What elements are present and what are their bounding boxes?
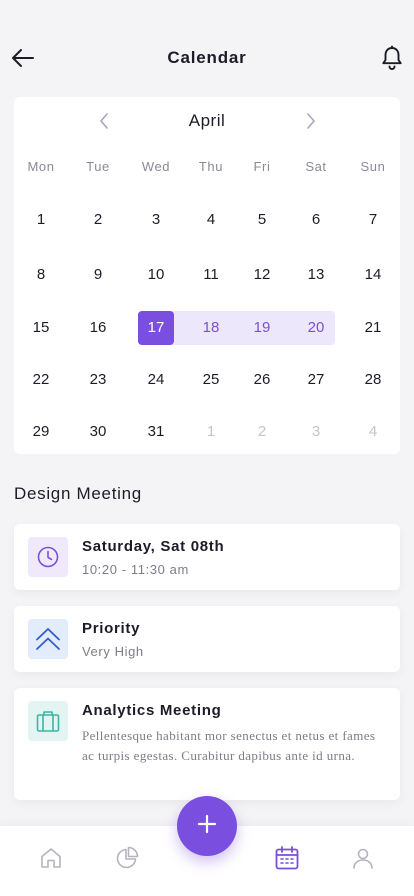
weekday-header-row: Mon Tue Wed Thu Fri Sat Sun [14,150,400,184]
day-cell-in-range[interactable]: 20 [298,311,334,345]
event-date-card[interactable]: Saturday, Sat 08th 10:20 - 11:30 am [14,524,400,590]
user-icon [351,846,375,875]
event-time-range: 10:20 - 11:30 am [82,562,189,577]
tab-statistics[interactable] [113,846,141,874]
pie-chart-icon [115,846,139,875]
day-cell-next-month[interactable]: 2 [244,415,280,449]
double-chevron-up-icon [28,619,68,659]
day-cell[interactable]: 22 [23,363,59,397]
day-cell[interactable]: 7 [355,203,391,237]
tab-calendar[interactable] [273,845,301,876]
day-cell[interactable]: 3 [138,203,174,237]
clock-icon [28,537,68,577]
page-title: Calendar [167,48,247,67]
briefcase-icon [28,701,68,741]
weekday-label: Fri [253,159,271,174]
priority-title: Priority [82,620,141,637]
week-row: 22 23 24 25 26 27 28 [14,363,400,397]
tab-profile[interactable] [349,846,377,874]
weekday-label: Tue [86,159,110,174]
day-cell[interactable]: 24 [138,363,174,397]
day-cell[interactable]: 13 [298,258,334,292]
day-cell[interactable]: 21 [355,311,391,345]
day-cell[interactable]: 9 [80,258,116,292]
day-cell-next-month[interactable]: 1 [193,415,229,449]
day-cell[interactable]: 10 [138,258,174,292]
day-cell[interactable]: 11 [193,258,229,292]
week-row: 15 16 17 18 19 20 21 [14,311,400,345]
week-row: 29 30 31 1 2 3 4 [14,415,400,449]
day-cell[interactable]: 4 [193,203,229,237]
day-cell-in-range[interactable]: 19 [244,311,280,345]
week-row: 8 9 10 11 12 13 14 [14,258,400,292]
day-cell[interactable]: 6 [298,203,334,237]
day-cell[interactable]: 12 [244,258,280,292]
day-cell[interactable]: 16 [80,311,116,345]
day-cell[interactable]: 1 [23,203,59,237]
app-header: Calendar [0,0,414,96]
day-cell-in-range[interactable]: 18 [193,311,229,345]
weekday-label: Sat [305,159,327,174]
day-cell[interactable]: 2 [80,203,116,237]
day-cell-next-month[interactable]: 3 [298,415,334,449]
calendar-icon [274,845,300,876]
week-row: 1 2 3 4 5 6 7 [14,203,400,237]
day-cell[interactable]: 23 [80,363,116,397]
month-label: April [188,111,226,130]
day-cell[interactable]: 14 [355,258,391,292]
tab-home[interactable] [37,846,65,874]
add-event-button[interactable] [177,796,237,856]
weekday-label: Wed [141,159,171,174]
day-cell[interactable]: 15 [23,311,59,345]
day-cell[interactable]: 28 [355,363,391,397]
day-cell-next-month[interactable]: 4 [355,415,391,449]
day-cell[interactable]: 30 [80,415,116,449]
event-section-title: Design Meeting [14,484,142,503]
weekday-label: Thu [198,159,224,174]
weekday-label: Sun [360,159,386,174]
event-date-title: Saturday, Sat 08th [82,538,225,555]
bell-icon[interactable] [380,45,404,71]
day-cell[interactable]: 26 [244,363,280,397]
day-cell[interactable]: 5 [244,203,280,237]
meeting-title: Analytics Meeting [82,702,222,719]
calendar-card: April Mon Tue Wed Thu Fri Sat Sun 1 2 3 … [14,97,400,454]
weekday-label: Mon [27,159,55,174]
plus-icon [196,813,218,840]
day-cell[interactable]: 25 [193,363,229,397]
day-cell[interactable]: 27 [298,363,334,397]
home-icon [39,846,63,875]
day-cell[interactable]: 8 [23,258,59,292]
meeting-card[interactable]: Analytics Meeting Pellentesque habitant … [14,688,400,800]
meeting-description: Pellentesque habitant mor senectus et ne… [82,728,376,763]
month-navigation: April [14,109,400,133]
priority-card[interactable]: Priority Very High [14,606,400,672]
day-cell[interactable]: 29 [23,415,59,449]
priority-value: Very High [82,644,144,659]
chevron-right-icon[interactable] [301,111,321,131]
day-cell[interactable]: 31 [138,415,174,449]
day-cell-selected[interactable]: 17 [138,311,174,345]
